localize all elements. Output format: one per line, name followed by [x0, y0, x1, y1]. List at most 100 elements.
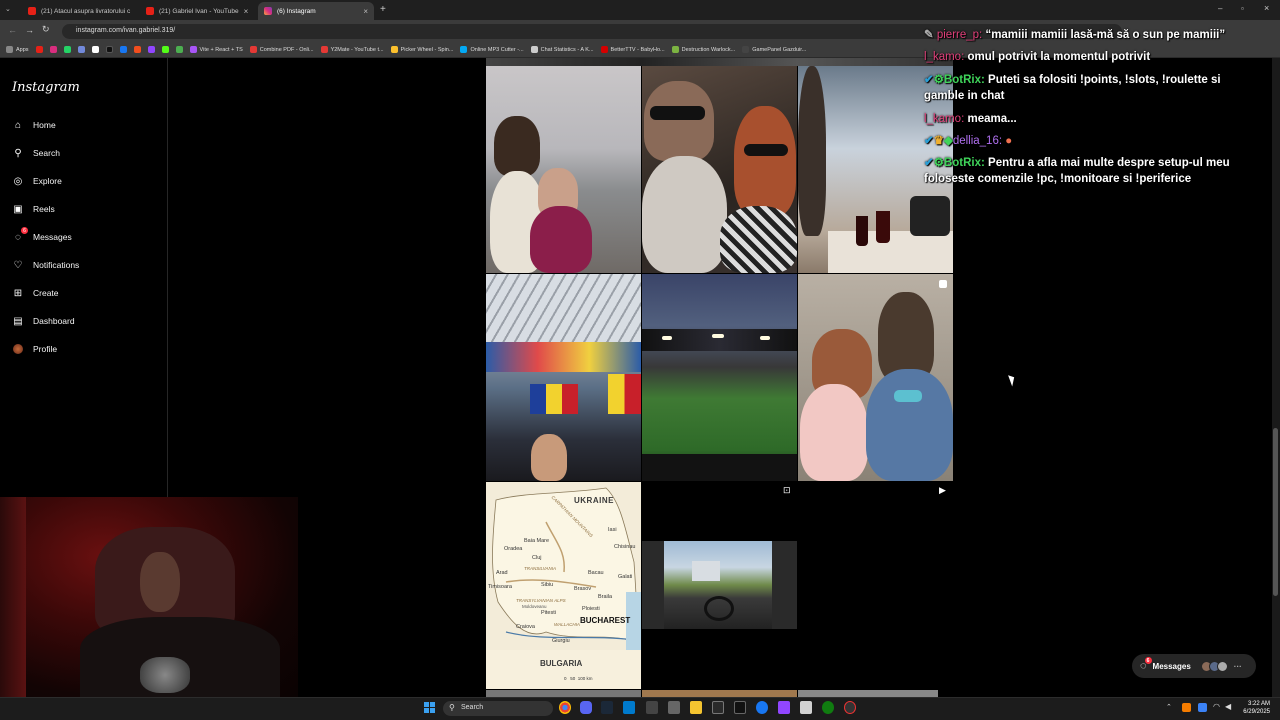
discord-icon[interactable]: [77, 46, 85, 53]
windows-start-icon[interactable]: [424, 702, 435, 713]
search-icon: ⚲: [449, 703, 455, 712]
play-icon: ▶: [939, 485, 946, 495]
youtube-icon[interactable]: [35, 46, 43, 53]
bookmark-betterttv[interactable]: BetterTTV - BabyHo...: [600, 46, 665, 53]
tab-youtube-2[interactable]: (21) Gabriel Ivan - YouTube ×: [140, 2, 250, 20]
nav-home[interactable]: ⌂ Home: [12, 115, 56, 135]
tray-app-icon[interactable]: [1198, 703, 1207, 712]
avatar: [1216, 660, 1228, 672]
discord-icon[interactable]: [580, 701, 592, 714]
post-couple-formal[interactable]: [798, 274, 953, 481]
scrollbar[interactable]: [1272, 58, 1280, 697]
bookmark-combine-pdf[interactable]: Combine PDF - Onli...: [249, 46, 314, 53]
nav-notifications[interactable]: ♡ Notifications: [12, 255, 80, 275]
app-icon[interactable]: [646, 701, 658, 714]
close-window-button[interactable]: ×: [1264, 3, 1269, 13]
tray-app-icon[interactable]: [1182, 703, 1191, 712]
post-truck-sim-reel[interactable]: [642, 541, 797, 629]
maximize-button[interactable]: ▫: [1241, 4, 1244, 13]
kick-icon[interactable]: [161, 46, 169, 53]
facebook-icon[interactable]: [119, 46, 127, 53]
reload-icon[interactable]: ↻: [42, 24, 50, 35]
file-explorer-icon[interactable]: [690, 701, 702, 714]
bookmark-picker-wheel[interactable]: Picker Wheel - Spin...: [390, 46, 453, 53]
nav-search[interactable]: ⚲ Search: [12, 143, 60, 163]
map-label-bulgaria: BULGARIA: [540, 659, 583, 668]
post-partial-bottom[interactable]: [798, 690, 938, 697]
back-icon[interactable]: ←: [8, 25, 17, 35]
nav-dashboard[interactable]: ▤ Dashboard: [12, 311, 74, 331]
post-stadium-flags[interactable]: [486, 274, 641, 481]
stats-icon: [530, 46, 538, 53]
epic-games-icon[interactable]: [734, 701, 746, 714]
bookmark-gamepanel[interactable]: GamePanel Gazduir...: [742, 46, 806, 53]
taskbar-search[interactable]: ⚲ Search: [443, 701, 553, 716]
bookmark-y2mate[interactable]: Y2Mate - YouTube t...: [320, 46, 384, 53]
wifi-icon[interactable]: ◠: [1213, 702, 1220, 711]
bookmark-chat-stats[interactable]: Chat Statistics - A K...: [530, 46, 594, 53]
bookmark-vite[interactable]: Vite + React + TS: [189, 46, 243, 53]
post-couple-winter[interactable]: [486, 66, 641, 273]
post-partial-bottom[interactable]: [486, 690, 641, 697]
tab-title: (21) Atacul asupra livratorului c: [41, 7, 131, 15]
tab-youtube-1[interactable]: (21) Atacul asupra livratorului c ×: [22, 2, 132, 20]
post-partial-bottom[interactable]: [642, 690, 797, 697]
messenger-icon: ◌ 6: [1140, 657, 1152, 672]
scrollbar-thumb[interactable]: [1273, 428, 1278, 596]
post-romania-map[interactable]: UKRAINE BUCHAREST BULGARIA Baia Mare Ora…: [486, 482, 641, 689]
vscode-icon[interactable]: [623, 701, 635, 714]
nav-explore[interactable]: ◎ Explore: [12, 171, 62, 191]
url-text: instagram.com/ivan.gabriel.319/: [76, 27, 176, 34]
messages-floating-button[interactable]: ◌ 6 Messages ···: [1132, 654, 1256, 678]
wowhead-icon: [671, 46, 679, 53]
chat-message: ✎ pierre_p: “mamiii mamiii lasă-mă să o …: [924, 27, 1225, 43]
close-icon[interactable]: ×: [363, 7, 368, 16]
figma-icon[interactable]: [133, 46, 141, 53]
messenger-app-icon[interactable]: [756, 701, 768, 714]
chat-username: pierre_p:: [936, 29, 983, 41]
instagram-logo[interactable]: Instagram: [12, 80, 80, 95]
app-icon[interactable]: [844, 701, 856, 714]
close-icon[interactable]: ×: [244, 7, 249, 16]
new-tab-button[interactable]: +: [380, 4, 386, 15]
x-icon[interactable]: [91, 46, 99, 53]
bookmark-mp3-cutter[interactable]: Online MP3 Cutter -...: [460, 46, 524, 53]
post-partial-top[interactable]: [486, 58, 953, 66]
taskbar-clock[interactable]: 3:22 AM 6/29/2025: [1243, 700, 1270, 716]
tab-title: (21) Gabriel Ivan - YouTube: [159, 7, 239, 15]
steam-icon[interactable]: [601, 701, 613, 714]
obs-icon[interactable]: [712, 701, 724, 714]
nav-profile[interactable]: Profile: [12, 339, 57, 359]
chevron-up-icon[interactable]: ⌃: [1166, 703, 1172, 711]
twitch-icon[interactable]: [778, 701, 790, 714]
plus-square-icon: ⊞: [13, 287, 23, 299]
post-selfie-glasses[interactable]: [642, 66, 797, 273]
avatar-stack: [1200, 660, 1228, 672]
nav-messages[interactable]: ◌ 6 Messages: [12, 227, 72, 247]
calculator-icon[interactable]: [668, 701, 680, 714]
forward-icon[interactable]: →: [25, 25, 34, 35]
post-stadium-pitch[interactable]: [642, 274, 797, 481]
xbox-icon[interactable]: [822, 701, 834, 714]
emoji-icon: ●: [1005, 135, 1013, 147]
tiktok-icon[interactable]: [105, 46, 113, 53]
app-icon[interactable]: [800, 701, 812, 714]
volume-icon[interactable]: ◀: [1225, 702, 1231, 711]
chat-text: “mamiii mamiii lasă-mă să o sun pe mamii…: [985, 29, 1226, 41]
nav-create[interactable]: ⊞ Create: [12, 283, 59, 303]
tab-title: (6) Instagram: [277, 7, 316, 15]
minimize-button[interactable]: –: [1218, 4, 1222, 13]
whatsapp-icon[interactable]: [63, 46, 71, 53]
tab-search-icon[interactable]: ⌄: [5, 5, 11, 13]
reels-icon: ▣: [13, 203, 23, 215]
extension-icon[interactable]: [175, 46, 183, 53]
instagram-icon[interactable]: [49, 46, 57, 53]
bookmark-apps[interactable]: Apps: [6, 46, 29, 53]
chrome-icon[interactable]: [559, 701, 571, 714]
bookmark-destruction-warlock[interactable]: Destruction Warlock...: [671, 46, 735, 53]
twitch-icon[interactable]: [147, 46, 155, 53]
tab-instagram[interactable]: (6) Instagram ×: [258, 2, 374, 20]
chat-username: dellia_16:: [952, 135, 1003, 147]
gamepanel-icon: [742, 46, 750, 53]
nav-reels[interactable]: ▣ Reels: [12, 199, 54, 219]
